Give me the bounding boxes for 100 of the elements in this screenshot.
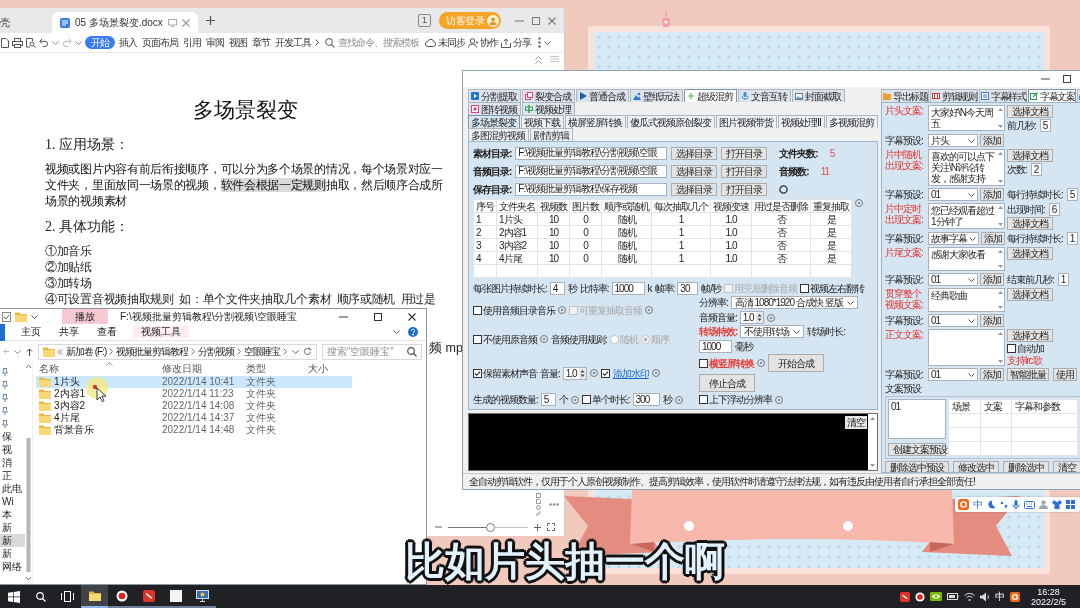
search-field[interactable]: 搜索“空眼睡宝” [322, 343, 422, 360]
column-header[interactable]: 大小 [308, 363, 328, 375]
zoom-in-icon[interactable] [534, 523, 541, 531]
nav-item[interactable]: 消 [0, 456, 25, 469]
tab[interactable]: 傻瓜式视频原创裂变 [627, 115, 715, 128]
tray-app-icon[interactable] [899, 591, 910, 602]
scroll-down-icon[interactable] [998, 180, 1003, 183]
file-row[interactable]: 背景音乐 2022/1/14 14:48 文件夹 [36, 424, 352, 436]
document-tab[interactable]: 壳 [0, 12, 44, 33]
link[interactable]: 添加水印 [612, 367, 649, 379]
ribbon-tab[interactable]: 视图 [228, 36, 248, 49]
checkbox-option[interactable]: 单个时长: [581, 394, 630, 405]
tab[interactable]: 普通合成 [576, 89, 629, 102]
choose-file-button[interactable]: 选择文档 [1007, 329, 1053, 342]
checkbox-option[interactable]: 不使用原音频 [473, 333, 537, 345]
text-area[interactable]: 喜欢的可以点下关注\N评论转发，感谢支持 [928, 149, 1005, 186]
dropdown[interactable]: 01 [928, 314, 978, 327]
browse-button[interactable]: 选择目录 [671, 182, 718, 196]
add-button[interactable]: 添加 [980, 368, 1004, 381]
dropdown[interactable]: 故事字幕 [928, 232, 979, 245]
checkbox-option[interactable]: 保留素材声音 [473, 367, 537, 379]
ribbon-tab[interactable]: 章节 [251, 36, 271, 49]
dropdown[interactable]: 01 [928, 188, 978, 201]
tab[interactable]: 视频处理Ⅱ [778, 115, 825, 128]
microphone-icon[interactable] [1012, 500, 1020, 509]
start-icon[interactable] [7, 590, 20, 603]
checkbox[interactable] [473, 305, 482, 315]
folder-icon[interactable] [88, 590, 101, 601]
checkbox[interactable] [699, 358, 708, 368]
pencil-icon[interactable] [535, 511, 541, 516]
more-icon[interactable] [538, 37, 541, 48]
tab[interactable]: 图转视频 [468, 102, 521, 115]
path-field[interactable]: F:\视频批量剪辑教程\分割视频\空眼 [515, 164, 668, 178]
open-folder-button[interactable]: 打开目录 [721, 182, 768, 196]
help-icon[interactable] [540, 335, 548, 343]
help-icon[interactable] [651, 369, 660, 377]
action-button[interactable]: 智能批量 [1007, 368, 1049, 381]
breadcrumb-item[interactable]: 分割视频 [197, 345, 236, 358]
address-bar[interactable]: 新加卷 (F:) 视频批量剪辑教程 分割视频 空眼睡宝 [38, 343, 317, 360]
checkbox[interactable] [473, 334, 482, 344]
number-field[interactable]: 4 [549, 282, 565, 295]
search-field[interactable]: 查找命令、搜索模板 [325, 36, 422, 49]
collaborate-button[interactable]: 协作 [468, 36, 498, 49]
caret-icon[interactable] [31, 314, 38, 319]
breadcrumb-item[interactable]: 新加卷 (F:) [65, 345, 108, 358]
tab[interactable]: 多图混剪视频 [468, 128, 529, 141]
add-button[interactable]: 添加 [980, 314, 1004, 327]
nav-item[interactable]: 保 [0, 430, 25, 443]
print-icon[interactable] [12, 37, 23, 48]
ribbon-tab[interactable]: 开发工具 [274, 36, 312, 49]
help-icon[interactable] [674, 395, 683, 404]
tab[interactable]: 剧情剪辑 [530, 128, 573, 141]
input-mode[interactable]: 中 [994, 591, 1005, 602]
dropdown[interactable]: 片头 [928, 134, 978, 147]
checkbox[interactable] [600, 368, 610, 378]
column-header[interactable]: 名称 [39, 363, 59, 375]
number-field[interactable]: 5 [1066, 188, 1078, 201]
tab[interactable]: 壁纸玩法 [630, 89, 683, 102]
ribbon-tab[interactable]: 主页 [19, 326, 43, 338]
column-header[interactable]: 类型 [246, 363, 266, 375]
path-field[interactable]: F:\视频批量剪辑教程\分割视频\空眼 [515, 146, 668, 160]
punctuation-icon[interactable] [1000, 500, 1008, 509]
spin-field[interactable]: 1.0 [562, 366, 587, 380]
file-icon[interactable] [1, 37, 9, 48]
pin-icon[interactable] [2, 406, 8, 415]
add-button[interactable]: 添加 [981, 232, 1005, 245]
checkbox[interactable] [1007, 344, 1016, 353]
choose-file-button[interactable]: 选择文档 [1007, 247, 1053, 260]
pin-icon[interactable] [2, 367, 8, 376]
file-row[interactable]: 3内容2 2022/1/14 14:08 文件夹 [36, 400, 352, 412]
help-icon[interactable] [855, 199, 863, 207]
moon-icon[interactable] [987, 500, 996, 509]
more-icon[interactable] [548, 503, 559, 506]
tab[interactable]: 导出标题 [881, 89, 929, 102]
dropdown[interactable]: 不使用转场 [740, 325, 805, 338]
fullscreen-icon[interactable] [547, 523, 555, 531]
spin-arrows-icon[interactable] [578, 367, 586, 379]
scroll-down-icon[interactable] [998, 306, 1003, 309]
number-field[interactable]: 5 [540, 393, 556, 406]
square-icon[interactable] [169, 589, 182, 602]
number-field[interactable]: 2 [1030, 163, 1042, 176]
spin-field[interactable]: 1.0 [739, 311, 764, 324]
text-area[interactable]: 经典歌曲 [928, 288, 1005, 312]
help-icon[interactable] [645, 306, 653, 314]
checkbox[interactable] [581, 395, 591, 404]
file-tab[interactable] [0, 323, 5, 341]
undo-icon[interactable] [39, 38, 49, 47]
record-icon[interactable] [914, 591, 925, 602]
help-icon[interactable] [558, 306, 566, 314]
checkbox-option[interactable]: 上下浮动分辨率 [699, 394, 772, 405]
keyboard-icon[interactable] [1024, 500, 1035, 509]
close-tab-icon[interactable] [181, 18, 190, 27]
checkbox[interactable] [473, 368, 482, 378]
monitor-icon[interactable] [196, 589, 209, 602]
pin-icon[interactable] [2, 393, 8, 402]
scroll-up-icon[interactable] [998, 152, 1003, 155]
file-row[interactable]: 4片尾 2022/1/14 14:37 文件夹 [36, 412, 352, 424]
pin-icon[interactable] [2, 380, 8, 389]
volume-icon[interactable] [979, 591, 990, 602]
ribbon-tab[interactable]: 开始 [85, 35, 115, 50]
